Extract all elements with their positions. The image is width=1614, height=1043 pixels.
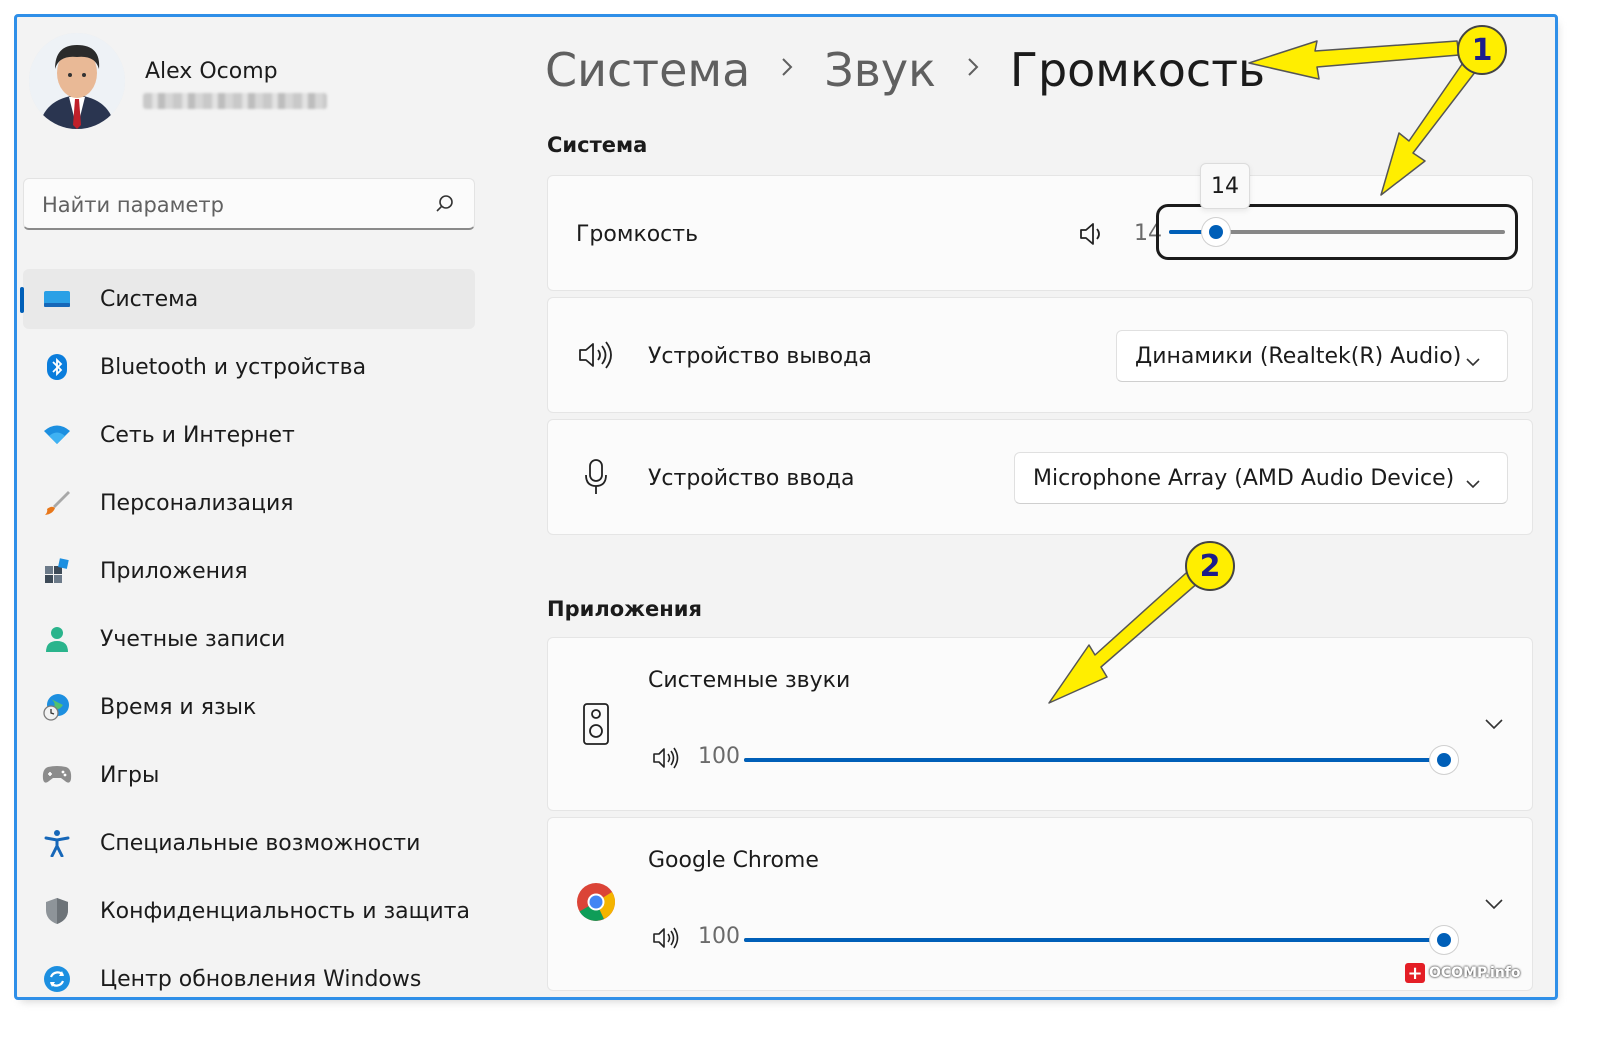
arrow-to-slider	[1380, 56, 1480, 196]
settings-window: Alex Ocomp Система Bluetooth и устройств…	[14, 14, 1558, 1000]
annotation-badge-2: 2	[1185, 541, 1235, 591]
watermark-text: OCOMP.info	[1429, 965, 1521, 981]
arrow-to-apps	[1048, 564, 1208, 704]
annotation-arrows	[1048, 40, 1480, 704]
watermark: + OCOMP.info	[1405, 963, 1521, 984]
watermark-cross-icon: +	[1405, 963, 1425, 984]
arrow-to-title	[1248, 40, 1460, 80]
annotation-badge-1: 1	[1457, 25, 1507, 75]
